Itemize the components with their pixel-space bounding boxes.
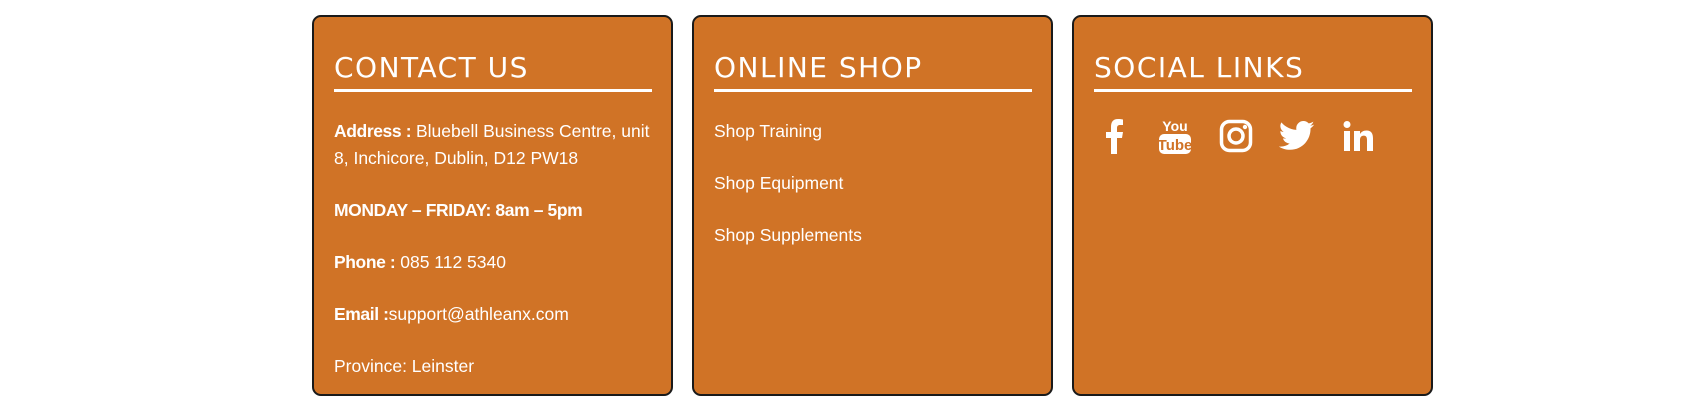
social-title: SOCIAL LINKS bbox=[1094, 51, 1412, 92]
email-value[interactable]: support@athleanx.com bbox=[389, 304, 569, 324]
shop-item: Shop Equipment bbox=[714, 170, 1031, 197]
shop-title: ONLINE SHOP bbox=[714, 51, 1032, 92]
shop-supplements-link[interactable]: Shop Supplements bbox=[714, 225, 862, 245]
address-label: Address : bbox=[334, 121, 412, 141]
shop-training-link[interactable]: Shop Training bbox=[714, 121, 822, 141]
contact-hours: MONDAY – FRIDAY: 8am – 5pm bbox=[334, 197, 651, 224]
facebook-icon[interactable] bbox=[1094, 116, 1134, 156]
contact-title: CONTACT US bbox=[334, 51, 652, 92]
email-label: Email : bbox=[334, 304, 389, 324]
svg-text:You: You bbox=[1162, 118, 1187, 134]
shop-item: Shop Supplements bbox=[714, 222, 1031, 249]
shop-list: Shop Training Shop Equipment Shop Supple… bbox=[714, 118, 1031, 249]
contact-card: CONTACT US Address : Bluebell Business C… bbox=[312, 15, 673, 396]
phone-label: Phone : bbox=[334, 252, 396, 272]
instagram-icon[interactable] bbox=[1216, 116, 1256, 156]
shop-item: Shop Training bbox=[714, 118, 1031, 145]
svg-text:Tube: Tube bbox=[1158, 137, 1192, 154]
contact-province: Province: Leinster bbox=[334, 356, 475, 376]
contact-list: Address : Bluebell Business Centre, unit… bbox=[334, 118, 651, 380]
footer-cards: CONTACT US Address : Bluebell Business C… bbox=[312, 15, 1433, 396]
shop-equipment-link[interactable]: Shop Equipment bbox=[714, 173, 843, 193]
twitter-icon[interactable] bbox=[1277, 116, 1317, 156]
contact-phone: Phone : 085 112 5340 bbox=[334, 249, 651, 276]
contact-address: Address : Bluebell Business Centre, unit… bbox=[334, 118, 651, 172]
contact-email: Email :support@athleanx.com bbox=[334, 301, 651, 328]
hours-text: MONDAY – FRIDAY: 8am – 5pm bbox=[334, 200, 583, 220]
social-card: SOCIAL LINKS You Tube bbox=[1072, 15, 1433, 396]
phone-value: 085 112 5340 bbox=[395, 252, 506, 272]
youtube-icon[interactable]: You Tube bbox=[1155, 116, 1195, 156]
linkedin-icon[interactable] bbox=[1338, 116, 1378, 156]
shop-card: ONLINE SHOP Shop Training Shop Equipment… bbox=[692, 15, 1053, 396]
social-icons: You Tube bbox=[1094, 116, 1411, 156]
